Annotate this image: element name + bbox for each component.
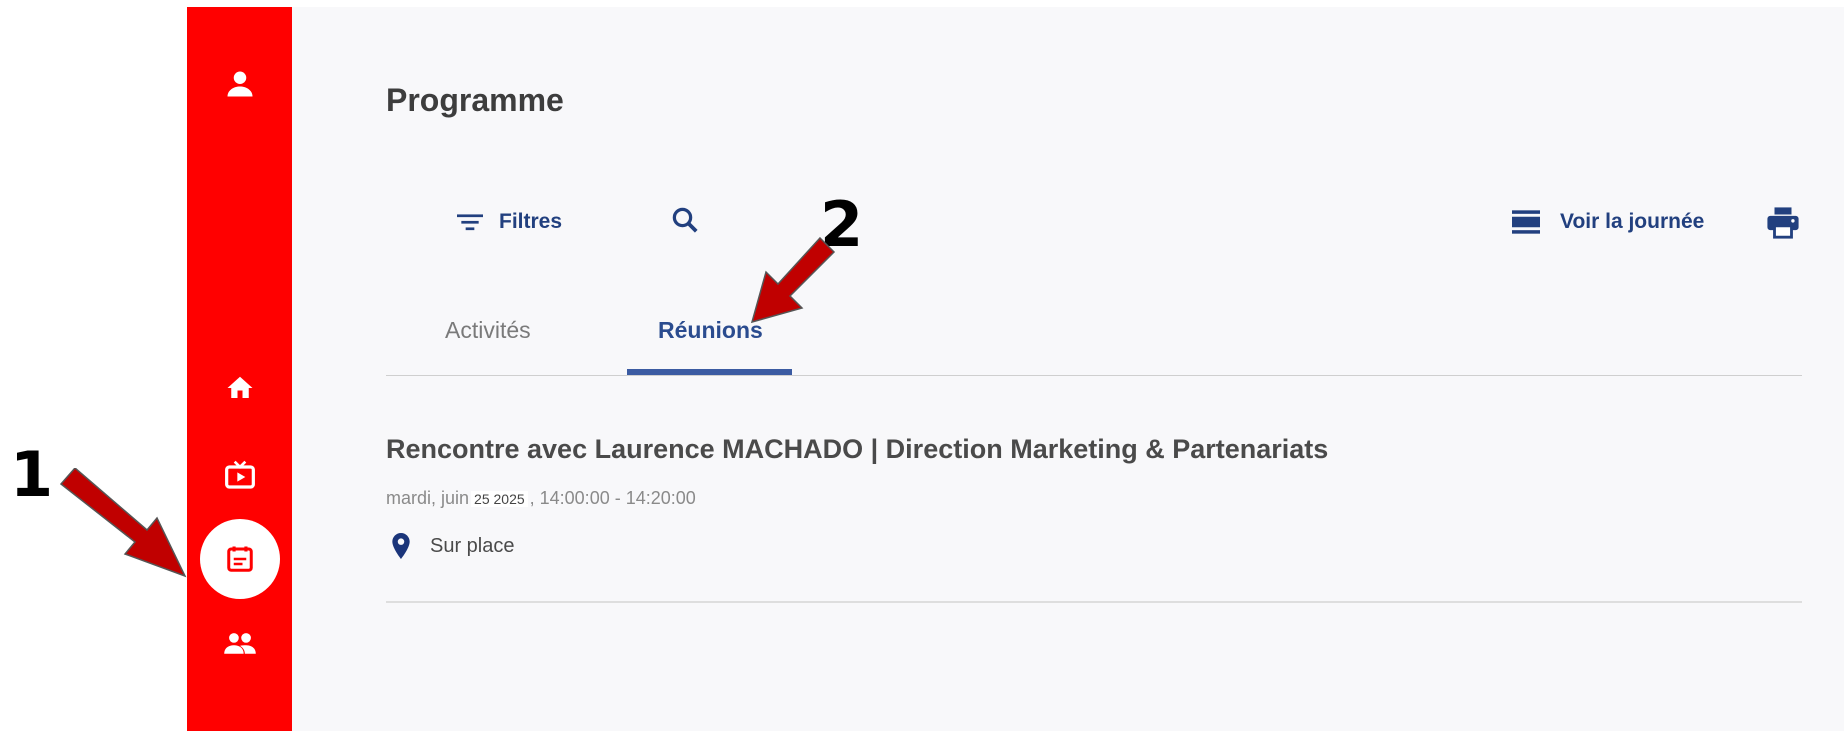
people-icon[interactable] (223, 629, 257, 659)
annotation-step-1: 1 (10, 438, 54, 511)
page-title: Programme (386, 82, 564, 118)
sidebar-item-program[interactable] (200, 519, 280, 599)
view-day-icon (1512, 210, 1540, 234)
screen: Programme Filtres Voir la journée Activi… (0, 0, 1844, 731)
filters-label: Filtres (499, 210, 563, 233)
user-icon[interactable] (225, 69, 255, 99)
tabs-divider (386, 375, 1802, 376)
filters-button[interactable]: Filtres (457, 210, 562, 234)
print-icon (1767, 207, 1799, 239)
meeting-date-box: 25 2025 (471, 491, 528, 507)
annotation-arrow-1 (59, 468, 187, 578)
annotation-arrow-2 (750, 236, 836, 324)
calendar-icon (227, 546, 253, 572)
sidebar (187, 7, 292, 731)
meeting-divider (386, 601, 1802, 603)
meeting-date-prefix: mardi, juin (386, 488, 470, 508)
tv-icon[interactable] (224, 459, 256, 491)
view-day-button[interactable]: Voir la journée (1512, 210, 1704, 234)
meeting-location-label: Sur place (430, 534, 515, 557)
home-icon[interactable] (225, 373, 255, 403)
meeting-title[interactable]: Rencontre avec Laurence MACHADO | Direct… (386, 434, 1328, 465)
print-button[interactable] (1766, 207, 1800, 239)
meeting-location: Sur place (392, 533, 515, 559)
location-pin-icon (392, 533, 410, 559)
tab-activities[interactable]: Activités (445, 317, 531, 344)
search-icon (672, 207, 698, 233)
meeting-time-range: , 14:00:00 - 14:20:00 (529, 488, 696, 508)
main-content: Programme Filtres Voir la journée Activi… (292, 7, 1844, 731)
search-button[interactable] (670, 205, 700, 235)
view-day-label: Voir la journée (1560, 210, 1705, 233)
filter-icon (457, 214, 483, 231)
meeting-time: mardi, juin 25 2025 , 14:00:00 - 14:20:0… (386, 488, 696, 509)
